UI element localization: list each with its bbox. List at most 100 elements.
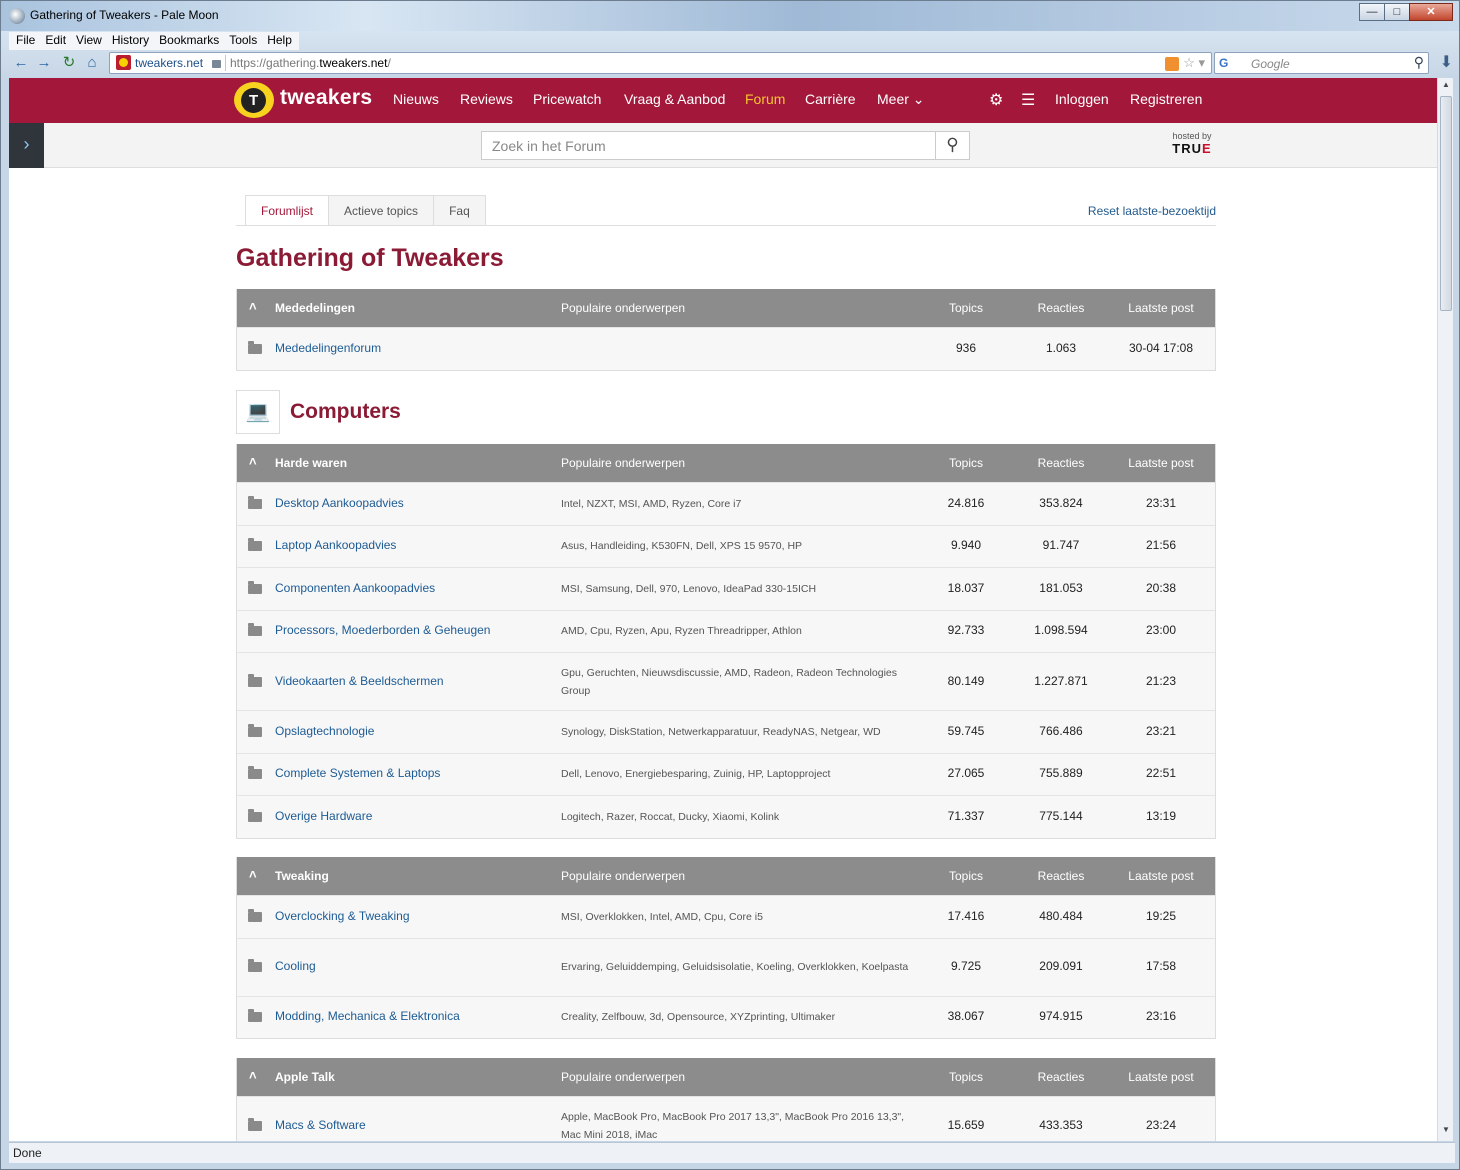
last-post: 13:19 bbox=[1145, 808, 1177, 823]
forum-link[interactable]: Laptop Aankoopadvies bbox=[275, 538, 396, 552]
tab-faq[interactable]: Faq bbox=[433, 195, 486, 226]
true-logo-text: TRU bbox=[1172, 141, 1203, 156]
nav-meer[interactable]: Meer ⌄ bbox=[877, 91, 925, 108]
rss-icon[interactable] bbox=[1165, 56, 1180, 71]
home-icon[interactable]: ⌂ bbox=[82, 54, 102, 72]
nav-reviews[interactable]: Reviews bbox=[460, 91, 513, 107]
site-identity[interactable]: tweakers.net bbox=[113, 55, 227, 71]
forum-link[interactable]: Modding, Mechanica & Elektronica bbox=[275, 1009, 460, 1023]
column-header-last-post: Laatste post bbox=[1128, 1070, 1194, 1084]
column-header-last-post: Laatste post bbox=[1128, 301, 1194, 315]
column-header-last-post: Laatste post bbox=[1128, 456, 1194, 470]
menu-history[interactable]: History bbox=[107, 32, 154, 50]
menu-bookmarks[interactable]: Bookmarks bbox=[154, 32, 224, 50]
menu-view[interactable]: View bbox=[71, 32, 107, 50]
menu-help[interactable]: Help bbox=[262, 32, 297, 50]
logo-text[interactable]: tweakers bbox=[280, 86, 372, 110]
login-link[interactable]: Inloggen bbox=[1055, 91, 1109, 107]
last-post: 23:21 bbox=[1145, 723, 1177, 738]
reacties-count: 1.227.871 bbox=[1034, 673, 1088, 688]
topics-count: 936 bbox=[955, 340, 977, 355]
page-viewport: T tweakers Nieuws Reviews Pricewatch Vra… bbox=[9, 78, 1437, 1141]
topics-count: 59.745 bbox=[947, 723, 985, 738]
search-icon[interactable]: ⚲ bbox=[1414, 54, 1424, 71]
forum-link[interactable]: Macs & Software bbox=[275, 1118, 366, 1132]
section-header[interactable]: ˄ Harde waren Populaire onderwerpen Topics R… bbox=[237, 444, 1215, 482]
column-header-last-post: Laatste post bbox=[1128, 869, 1194, 883]
scroll-thumb[interactable] bbox=[1440, 96, 1452, 311]
nav-carriere[interactable]: Carrière bbox=[805, 91, 856, 107]
reacties-count: 775.144 bbox=[1039, 808, 1083, 823]
column-header-topics: Topics bbox=[948, 456, 983, 470]
chevron-up-icon[interactable]: ˄ bbox=[249, 299, 257, 314]
forum-link[interactable]: Cooling bbox=[275, 959, 316, 973]
chevron-up-icon[interactable]: ˄ bbox=[249, 1068, 257, 1083]
hosted-by-label: hosted by bbox=[1172, 131, 1212, 141]
menu-edit[interactable]: Edit bbox=[40, 32, 71, 50]
folder-icon bbox=[248, 908, 262, 922]
forum-link[interactable]: Desktop Aankoopadvies bbox=[275, 496, 404, 510]
forum-link[interactable]: Componenten Aankoopadvies bbox=[275, 581, 435, 595]
last-post: 23:16 bbox=[1145, 1009, 1177, 1024]
hosted-by[interactable]: hosted by TRUE bbox=[1164, 131, 1220, 156]
chevron-up-icon[interactable]: ˄ bbox=[249, 454, 257, 469]
forum-link[interactable]: Overige Hardware bbox=[275, 809, 372, 823]
forum-link[interactable]: Complete Systemen & Laptops bbox=[275, 766, 440, 780]
last-post: 23:31 bbox=[1145, 495, 1177, 510]
back-arrow-icon[interactable]: ← bbox=[11, 54, 31, 72]
popular-topics: Dell, Lenovo, Energiebesparing, Zuinig, … bbox=[561, 768, 831, 781]
scroll-up-icon[interactable]: ▲ bbox=[1438, 80, 1454, 94]
menu-tools[interactable]: Tools bbox=[224, 32, 262, 50]
forum-link[interactable]: Mededelingenforum bbox=[275, 341, 381, 355]
address-bar[interactable]: tweakers.net https://gathering.tweakers.… bbox=[109, 52, 1212, 74]
reset-link[interactable]: Reset laatste-bezoektijd bbox=[1088, 204, 1216, 218]
minimize-button[interactable]: — bbox=[1359, 3, 1385, 21]
tweakers-logo[interactable]: T bbox=[234, 82, 274, 118]
column-header-reacties: Reacties bbox=[1037, 869, 1085, 883]
menu-file[interactable]: File bbox=[11, 32, 40, 50]
topics-count: 9.940 bbox=[950, 538, 982, 553]
true-logo: TRUE bbox=[1164, 141, 1220, 156]
nav-forum[interactable]: Forum bbox=[745, 91, 785, 107]
forum-link[interactable]: Overclocking & Tweaking bbox=[275, 909, 410, 923]
nav-nieuws[interactable]: Nieuws bbox=[393, 91, 439, 107]
search-icon[interactable]: ⚲ bbox=[935, 131, 970, 160]
settings-flag-icon[interactable]: ⚙ bbox=[989, 90, 1003, 110]
url-text[interactable]: https://gathering.tweakers.net/ bbox=[230, 56, 391, 70]
section-header[interactable]: ˄ Mededelingen Populaire onderwerpen Topics… bbox=[237, 289, 1215, 327]
browser-window: Gathering of Tweakers - Pale Moon — □ ✕ … bbox=[0, 0, 1460, 1170]
column-header-popular: Populaire onderwerpen bbox=[561, 1070, 686, 1084]
navigation-toolbar: ← → ↻ ⌂ tweakers.net https://gathering.t… bbox=[9, 52, 1455, 75]
list-icon[interactable]: ☰ bbox=[1021, 90, 1035, 110]
nav-vraag-aanbod[interactable]: Vraag & Aanbod bbox=[624, 91, 725, 107]
reload-icon[interactable]: ↻ bbox=[59, 54, 79, 72]
browser-search-field[interactable]: G Google ⚲ bbox=[1214, 52, 1429, 74]
close-button[interactable]: ✕ bbox=[1409, 3, 1453, 21]
section-header[interactable]: ˄ Tweaking Populaire onderwerpen Topics Reac… bbox=[237, 857, 1215, 895]
section-name: Mededelingen bbox=[275, 301, 356, 315]
forum-search-input[interactable]: Zoek in het Forum bbox=[481, 131, 937, 160]
tab-divider bbox=[236, 225, 1216, 226]
bookmark-star-icon[interactable]: ☆ bbox=[1183, 55, 1195, 70]
topics-count: 18.037 bbox=[947, 580, 985, 595]
scrollbar[interactable]: ▲ ▼ bbox=[1437, 78, 1453, 1141]
chevron-right-icon[interactable]: › bbox=[9, 123, 44, 168]
forum-link[interactable]: Videokaarten & Beeldschermen bbox=[275, 674, 444, 688]
forum-link[interactable]: Processors, Moederborden & Geheugen bbox=[275, 623, 490, 637]
maximize-button[interactable]: □ bbox=[1384, 3, 1410, 21]
nav-pricewatch[interactable]: Pricewatch bbox=[533, 91, 601, 107]
tab-actieve-topics[interactable]: Actieve topics bbox=[328, 195, 435, 226]
forward-arrow-icon[interactable]: → bbox=[34, 54, 54, 72]
section-header[interactable]: ˄ Apple Talk Populaire onderwerpen Topics Re… bbox=[237, 1058, 1215, 1096]
dropdown-icon[interactable]: ▾ bbox=[1198, 55, 1205, 70]
chevron-up-icon[interactable]: ˄ bbox=[249, 867, 257, 882]
section-name: Apple Talk bbox=[275, 1070, 335, 1084]
download-icon[interactable]: ⬇ bbox=[1440, 52, 1453, 72]
forum-link[interactable]: Opslagtechnologie bbox=[275, 724, 374, 738]
google-icon[interactable]: G bbox=[1219, 56, 1228, 70]
forum-row: Processors, Moederborden & Geheugen AMD, … bbox=[237, 609, 1215, 652]
forum-section: ˄ Apple Talk Populaire onderwerpen Topics Re… bbox=[236, 1058, 1216, 1141]
register-link[interactable]: Registreren bbox=[1130, 91, 1202, 107]
tab-forumlijst[interactable]: Forumlijst bbox=[245, 195, 330, 226]
scroll-down-icon[interactable]: ▼ bbox=[1438, 1125, 1454, 1139]
